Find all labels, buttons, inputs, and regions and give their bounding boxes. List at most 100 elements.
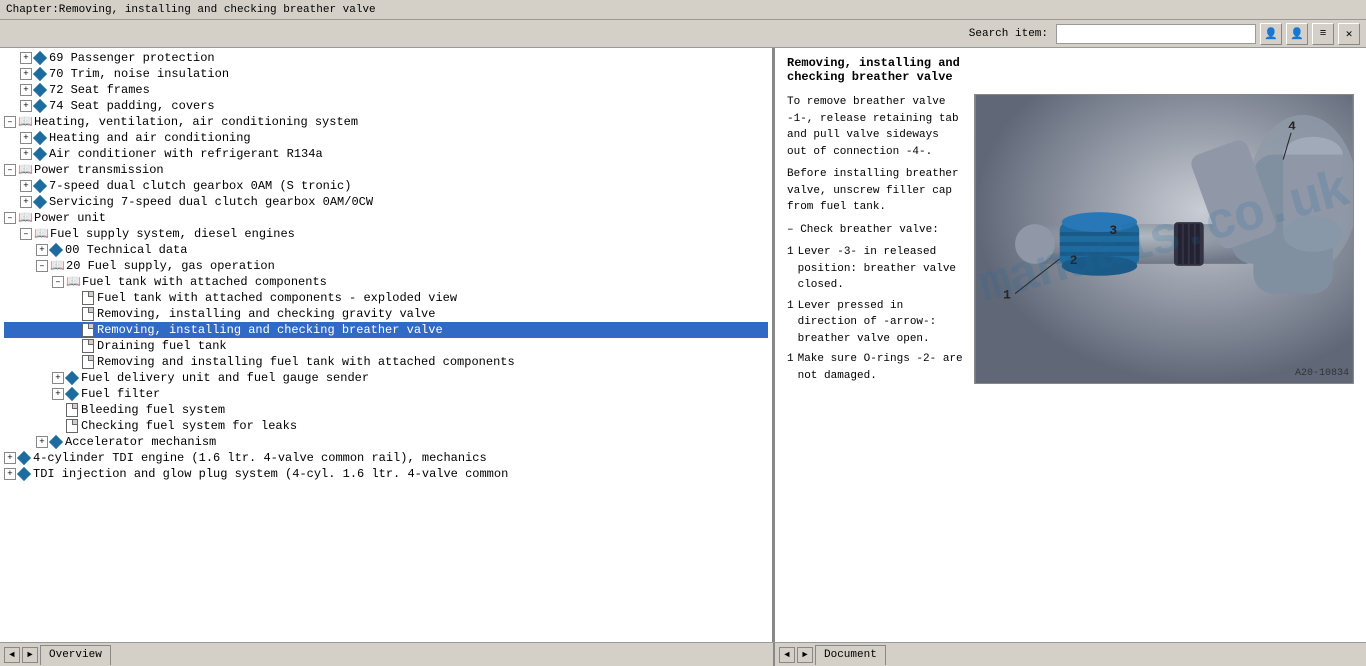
tree-item[interactable]: + Servicing 7-speed dual clutch gearbox 0…: [4, 194, 768, 210]
status-doc-nav-left[interactable]: ◄: [779, 647, 795, 663]
right-panel: Removing, installing andchecking breathe…: [775, 48, 1366, 642]
tree-item[interactable]: + Fuel delivery unit and fuel gauge sende…: [4, 370, 768, 386]
diamond-icon: [33, 147, 47, 161]
search-input[interactable]: [1056, 24, 1256, 44]
tree-expander[interactable]: +: [4, 452, 16, 464]
tree-expander[interactable]: –: [36, 260, 48, 272]
tree-item[interactable]: Fuel tank with attached components - exp…: [4, 290, 768, 306]
tree-item-label: Fuel tank with attached components: [82, 275, 327, 289]
tree-expander[interactable]: +: [20, 100, 32, 112]
tree-item-label: Fuel tank with attached components - exp…: [97, 291, 457, 305]
tree-item[interactable]: –📖Fuel tank with attached components: [4, 274, 768, 290]
tree-expander[interactable]: +: [52, 372, 64, 384]
tree-item[interactable]: +72 Seat frames: [4, 82, 768, 98]
tree-expander[interactable]: –: [4, 164, 16, 176]
tree-item[interactable]: +00 Technical data: [4, 242, 768, 258]
tree-item-label: 70 Trim, noise insulation: [49, 67, 229, 81]
toolbar-user2-btn[interactable]: 👤: [1286, 23, 1308, 45]
doc-icon: [82, 307, 94, 321]
tree-item-label: 72 Seat frames: [49, 83, 150, 97]
tree-expander[interactable]: –: [52, 276, 64, 288]
search-label: Search item:: [969, 28, 1048, 40]
tree-expander[interactable]: –: [20, 228, 32, 240]
tree-item-label: Fuel delivery unit and fuel gauge sender: [81, 371, 369, 385]
tree-item[interactable]: +7-speed dual clutch gearbox 0AM (S tron…: [4, 178, 768, 194]
svg-text:2: 2: [1070, 253, 1078, 268]
tree-item[interactable]: –📖Power unit: [4, 210, 768, 226]
status-tab-document[interactable]: Document: [815, 645, 886, 665]
tree-expander[interactable]: +: [20, 148, 32, 160]
tree-item[interactable]: –📖Power transmission: [4, 162, 768, 178]
content-para-2: Before installing breather valve, unscre…: [787, 166, 964, 216]
tree-item[interactable]: +4-cylinder TDI engine (1.6 ltr. 4-valve…: [4, 450, 768, 466]
tree-expander[interactable]: –: [4, 212, 16, 224]
tree-item[interactable]: +TDI injection and glow plug system (4-c…: [4, 466, 768, 482]
tree-expander[interactable]: +: [52, 388, 64, 400]
title-bar: Chapter:Removing, installing and checkin…: [0, 0, 1366, 20]
toolbar-exit-btn[interactable]: ✕: [1338, 23, 1360, 45]
tree-item[interactable]: Checking fuel system for leaks: [4, 418, 768, 434]
diamond-icon: [49, 243, 63, 257]
tree-item[interactable]: + Fuel filter: [4, 386, 768, 402]
tree-expander[interactable]: –: [4, 116, 16, 128]
tree-expander[interactable]: +: [20, 84, 32, 96]
tree-item[interactable]: –📖20 Fuel supply, gas operation: [4, 258, 768, 274]
tree-expander[interactable]: +: [20, 196, 32, 208]
tree-item[interactable]: Removing, installing and checking breath…: [4, 322, 768, 338]
book-icon: 📖: [34, 227, 48, 241]
tree-item-label: 00 Technical data: [65, 243, 187, 257]
tree-item[interactable]: Removing, installing and checking gravit…: [4, 306, 768, 322]
diamond-icon: [65, 371, 79, 385]
status-nav-right[interactable]: ►: [22, 647, 38, 663]
tree-item-label: Servicing 7-speed dual clutch gearbox 0A…: [49, 195, 373, 209]
tree-item[interactable]: +Heating and air conditioning: [4, 130, 768, 146]
tree-item[interactable]: –📖Fuel supply system, diesel engines: [4, 226, 768, 242]
doc-icon: [66, 419, 78, 433]
engine-svg: 1 2 3 4: [975, 95, 1353, 383]
tree-item[interactable]: +74 Seat padding, covers: [4, 98, 768, 114]
diamond-icon: [33, 179, 47, 193]
status-tab-overview[interactable]: Overview: [40, 645, 111, 665]
diamond-icon: [17, 451, 31, 465]
diamond-icon: [33, 83, 47, 97]
doc-icon: [82, 355, 94, 369]
tree-item[interactable]: Draining fuel tank: [4, 338, 768, 354]
toolbar-menu-btn[interactable]: ≡: [1312, 23, 1334, 45]
tree-item[interactable]: +69 Passenger protection: [4, 50, 768, 66]
status-doc-nav-right[interactable]: ►: [797, 647, 813, 663]
tree-expander[interactable]: +: [36, 244, 48, 256]
tree-item[interactable]: +70 Trim, noise insulation: [4, 66, 768, 82]
tree-item[interactable]: + Accelerator mechanism: [4, 434, 768, 450]
diamond-icon: [33, 195, 47, 209]
tree-expander[interactable]: +: [20, 52, 32, 64]
tree-item-label: Accelerator mechanism: [65, 435, 216, 449]
diamond-icon: [65, 387, 79, 401]
status-right: ◄ ► Document: [775, 643, 1366, 666]
diamond-icon: [33, 51, 47, 65]
tree-expander[interactable]: +: [36, 436, 48, 448]
doc-icon: [66, 403, 78, 417]
svg-text:1: 1: [1003, 288, 1011, 303]
tree-item-label: 7-speed dual clutch gearbox 0AM (S troni…: [49, 179, 351, 193]
doc-icon: [82, 339, 94, 353]
content-text-col: To remove breather valve -1-, release re…: [787, 94, 964, 388]
tree-item-label: Fuel supply system, diesel engines: [50, 227, 295, 241]
content-image: 1 2 3 4 manuals.co.uk A20-10834: [974, 94, 1354, 384]
tree-expander[interactable]: +: [20, 132, 32, 144]
tree-item[interactable]: Bleeding fuel system: [4, 402, 768, 418]
tree-item-label: 20 Fuel supply, gas operation: [66, 259, 275, 273]
tree-expander[interactable]: +: [20, 180, 32, 192]
tree-item-label: Removing, installing and checking gravit…: [97, 307, 435, 321]
tree-item[interactable]: –📖Heating, ventilation, air conditioning…: [4, 114, 768, 130]
tree-item-label: Fuel filter: [81, 387, 160, 401]
tree-container[interactable]: +69 Passenger protection+70 Trim, noise …: [0, 48, 772, 642]
status-nav-left[interactable]: ◄: [4, 647, 20, 663]
tree-expander[interactable]: +: [20, 68, 32, 80]
tree-item[interactable]: Removing and installing fuel tank with a…: [4, 354, 768, 370]
book-icon: 📖: [18, 115, 32, 129]
tree-item[interactable]: +Air conditioner with refrigerant R134a: [4, 146, 768, 162]
tree-item-label: Removing, installing and checking breath…: [97, 323, 443, 337]
toolbar-user-btn[interactable]: 👤: [1260, 23, 1282, 45]
book-icon: 📖: [18, 163, 32, 177]
tree-expander[interactable]: +: [4, 468, 16, 480]
